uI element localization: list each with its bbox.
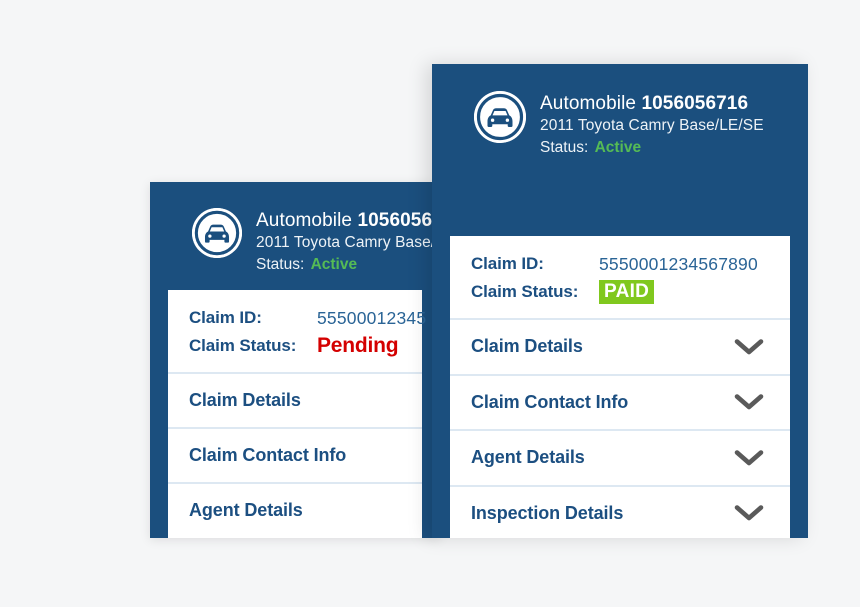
chevron-down-icon[interactable] <box>734 393 764 411</box>
vehicle-status-label: Status: <box>256 256 305 273</box>
vehicle-id: 1056056716 <box>357 210 440 231</box>
vehicle-type-label: Automobile <box>256 210 353 231</box>
vehicle-header: Automobile 1056056716 2011 Toyota Camry … <box>150 182 440 275</box>
vehicle-status-label: Status: <box>540 139 589 156</box>
vehicle-header-text: Automobile 1056056716 2011 Toyota Camry … <box>540 91 764 158</box>
car-front-icon <box>474 91 526 143</box>
accordion-label: Agent Details <box>471 447 585 468</box>
vehicle-header: Automobile 1056056716 2011 Toyota Camry … <box>432 64 808 158</box>
accordion-row-claim-contact-info[interactable]: Claim Contact Info <box>450 373 790 430</box>
screenshot-stage: Automobile 1056056716 2011 Toyota Camry … <box>0 0 860 607</box>
status-badge: PAID <box>599 280 655 304</box>
section-accordion: Claim Details Claim Contact Info Agent D… <box>450 318 790 538</box>
accordion-row-inspection-details[interactable]: Inspection Details <box>450 484 790 539</box>
claim-panel: Claim ID: 5550001234567890 Claim Status:… <box>450 236 790 538</box>
claim-id-row: Claim ID: 5550001234567890 <box>471 250 790 278</box>
vehicle-title: Automobile 1056056716 <box>540 92 764 115</box>
car-front-icon <box>192 208 242 258</box>
claim-card-back[interactable]: Automobile 1056056716 2011 Toyota Camry … <box>150 182 440 538</box>
claim-status-row: Claim Status: Pending <box>189 332 422 360</box>
vehicle-title: Automobile 1056056716 <box>256 209 440 232</box>
claim-summary: Claim ID: 55500012345 Claim Status: Pend… <box>168 290 426 372</box>
vehicle-header-text: Automobile 1056056716 2011 Toyota Camry … <box>256 208 440 275</box>
section-accordion: Claim Details Claim Contact Info Agent D… <box>168 372 422 537</box>
vehicle-description: 2011 Toyota Camry Base/LE/SE <box>256 234 440 251</box>
accordion-label: Claim Details <box>471 336 583 357</box>
vehicle-status: Status: Active <box>256 254 440 275</box>
accordion-label: Claim Details <box>189 390 301 410</box>
claim-panel: Claim ID: 55500012345 Claim Status: Pend… <box>168 290 426 538</box>
claim-card-front[interactable]: Automobile 1056056716 2011 Toyota Camry … <box>432 64 808 538</box>
vehicle-description: 2011 Toyota Camry Base/LE/SE <box>540 117 764 134</box>
vehicle-status-value: Active <box>310 256 358 273</box>
accordion-label: Agent Details <box>189 500 303 520</box>
vehicle-id: 1056056716 <box>641 93 749 114</box>
accordion-row-claim-contact-info[interactable]: Claim Contact Info <box>168 427 422 482</box>
vehicle-status: Status: Active <box>540 137 764 158</box>
chevron-down-icon[interactable] <box>734 449 764 467</box>
accordion-row-claim-details[interactable]: Claim Details <box>168 372 422 427</box>
claim-id-row: Claim ID: 55500012345 <box>189 304 426 332</box>
claim-summary: Claim ID: 5550001234567890 Claim Status:… <box>450 236 790 318</box>
vehicle-status-value: Active <box>594 139 642 156</box>
accordion-row-agent-details[interactable]: Agent Details <box>450 429 790 485</box>
accordion-label: Claim Contact Info <box>189 445 347 465</box>
claim-id-value: 55500012345 <box>317 307 427 328</box>
claim-status-label: Claim Status: <box>189 336 297 355</box>
accordion-label: Inspection Details <box>471 502 624 523</box>
chevron-down-icon[interactable] <box>734 504 764 522</box>
claim-status-label: Claim Status: <box>471 282 579 301</box>
claim-id-label: Claim ID: <box>471 254 544 273</box>
status-badge: Pending <box>317 334 399 357</box>
accordion-row-claim-details[interactable]: Claim Details <box>450 318 790 374</box>
claim-id-value: 5550001234567890 <box>599 253 758 274</box>
chevron-down-icon[interactable] <box>734 338 764 356</box>
claim-id-label: Claim ID: <box>189 308 262 327</box>
accordion-label: Claim Contact Info <box>471 391 629 412</box>
accordion-row-agent-details[interactable]: Agent Details <box>168 482 422 537</box>
vehicle-type-label: Automobile <box>540 93 637 114</box>
claim-status-row: Claim Status: PAID <box>471 278 790 306</box>
